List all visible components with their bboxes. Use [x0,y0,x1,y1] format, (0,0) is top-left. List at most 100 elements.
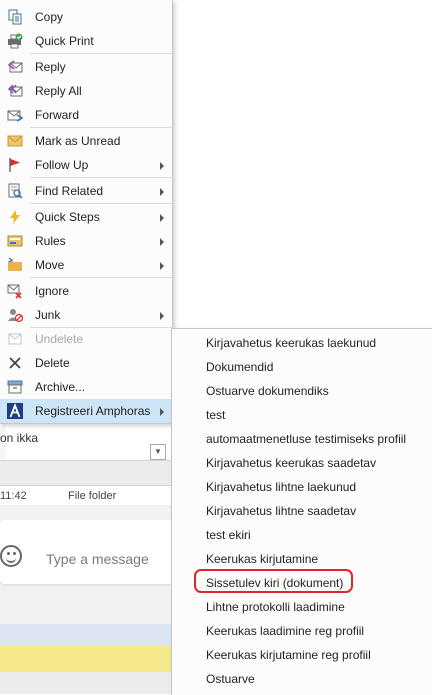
menu-item-quick-steps[interactable]: Quick Steps [0,205,172,229]
menu-item-label: Delete [35,356,70,370]
submenu-item[interactable]: Ostuarve [172,667,432,691]
menu-separator [30,177,172,178]
submenu-arrow-icon [160,238,164,246]
file-row[interactable]: 11:42 File folder [0,488,175,500]
submenu-item[interactable]: Keerukas kirjutamine [172,547,432,571]
rules-icon [7,235,23,247]
menu-item-label: Reply All [35,84,82,98]
menu-item-forward[interactable]: Forward [0,103,172,127]
flag-icon [9,158,20,172]
menu-item-label: Registreeri Amphoras [35,404,151,418]
menu-item-registreeri-amphoras[interactable]: Registreeri Amphoras [0,399,172,423]
menu-item-delete[interactable]: Delete [0,351,172,375]
submenu-item-label: Lihtne protokolli laadimine [206,600,345,614]
amphora-submenu: Kirjavahetus keerukas laekunud Dokumendi… [171,328,432,695]
menu-item-label: Junk [35,308,61,322]
menu-separator [30,277,172,278]
submenu-item[interactable]: Kirjavahetus lihtne laekunud [172,475,432,499]
submenu-item[interactable]: Keerukas laadimine reg profiil [172,619,432,643]
context-menu: Copy Quick Print Reply Reply All Forward… [0,0,173,424]
menu-item-label: Rules [35,234,66,248]
reply-icon [7,60,23,73]
submenu-item-label: Keerukas kirjutamine [206,552,319,566]
submenu-item[interactable]: automaatmenetluse testimiseks profiil [172,427,432,451]
menu-item-rules[interactable]: Rules [0,229,172,253]
submenu-arrow-icon [160,214,164,222]
reply-all-icon [8,84,23,97]
menu-item-mark-as-unread[interactable]: Mark as Unread [0,129,172,153]
menu-item-reply[interactable]: Reply [0,55,172,79]
submenu-item-label: automaatmenetluse testimiseks profiil [206,432,407,446]
submenu-item[interactable]: Kirjavahetus lihtne saadetav [172,499,432,523]
emoji-icon[interactable] [0,545,22,567]
highlight-circle [194,569,353,593]
menu-item-move[interactable]: Move [0,253,172,277]
archive-icon [7,380,23,394]
submenu-item[interactable]: Dokumendid [172,355,432,379]
menu-item-follow-up[interactable]: Follow Up [0,153,172,177]
mark-unread-icon [7,135,23,147]
menu-separator [30,53,172,54]
menu-separator [30,203,172,204]
menu-item-quick-print[interactable]: Quick Print [0,29,172,53]
menu-item-label: Move [35,258,65,272]
submenu-item-label: Ostuarve [206,672,255,686]
submenu-item[interactable]: Ostuarve dokumendiks [172,379,432,403]
amphora-a-icon [7,403,23,419]
submenu-item-label: Ostuarve dokumendiks [206,384,329,398]
preview-text: on ikka [0,431,39,445]
submenu-arrow-icon [160,408,164,416]
menu-item-label: Reply [35,60,66,74]
chat-input-placeholder[interactable]: Type a message [46,551,149,567]
menu-item-label: Undelete [35,332,84,346]
submenu-item-label: Kirjavahetus lihtne saadetav [206,504,357,518]
submenu-item[interactable]: Kirjavahetus keerukas laekunud [172,331,432,355]
quick-print-icon [8,33,23,49]
submenu-item-label: Kirjavahetus lihtne laekunud [206,480,357,494]
submenu-item-label: Dokumendid [206,360,274,374]
menu-item-label: Forward [35,108,80,122]
submenu-item-label: Kirjavahetus keerukas saadetav [206,456,377,470]
menu-item-archive[interactable]: Archive... [0,375,172,399]
submenu-item[interactable]: test [172,403,432,427]
junk-icon [8,309,23,323]
submenu-arrow-icon [160,162,164,170]
menu-item-find-related[interactable]: Find Related [0,179,172,203]
menu-separator [30,127,172,128]
menu-item-label: Quick Print [35,34,94,48]
forward-icon [7,110,23,122]
copy-icon [8,9,22,25]
submenu-arrow-icon [160,312,164,320]
menu-item-reply-all[interactable]: Reply All [0,79,172,103]
submenu-item[interactable]: Keerukas kirjutamine reg profiil [172,643,432,667]
menu-item-label: Quick Steps [35,210,100,224]
lightning-icon [10,210,20,224]
submenu-item[interactable]: Lihtne protokolli laadimine [172,595,432,619]
file-row-time: 11:42 [0,490,27,500]
menu-item-label: Archive... [35,380,86,394]
scroll-down-arrow-icon[interactable]: ▼ [150,444,166,460]
menu-item-label: Follow Up [35,158,89,172]
menu-item-label: Find Related [35,184,104,198]
submenu-item-label: Keerukas laadimine reg profiil [206,624,365,638]
move-folder-icon [8,257,22,271]
submenu-item-label: Kirjavahetus keerukas laekunud [206,336,377,350]
ignore-icon [7,284,22,299]
menu-item-copy[interactable]: Copy [0,5,172,29]
file-row-type: File folder [68,490,117,500]
submenu-item[interactable]: test ekiri [172,523,432,547]
delete-x-icon [9,357,21,369]
undelete-icon [8,333,22,345]
submenu-item-label: Keerukas kirjutamine reg profiil [206,648,371,662]
menu-item-ignore[interactable]: Ignore [0,279,172,303]
submenu-item[interactable]: Kirjavahetus keerukas saadetav [172,451,432,475]
submenu-item-label: test ekiri [206,528,251,542]
submenu-arrow-icon [160,262,164,270]
menu-item-junk[interactable]: Junk [0,303,172,327]
menu-item-label: Mark as Unread [35,134,121,148]
find-related-icon [8,183,23,199]
submenu-item-label: test [206,408,226,422]
menu-item-undelete: Undelete [0,327,172,351]
menu-item-label: Ignore [35,284,70,298]
submenu-arrow-icon [160,188,164,196]
